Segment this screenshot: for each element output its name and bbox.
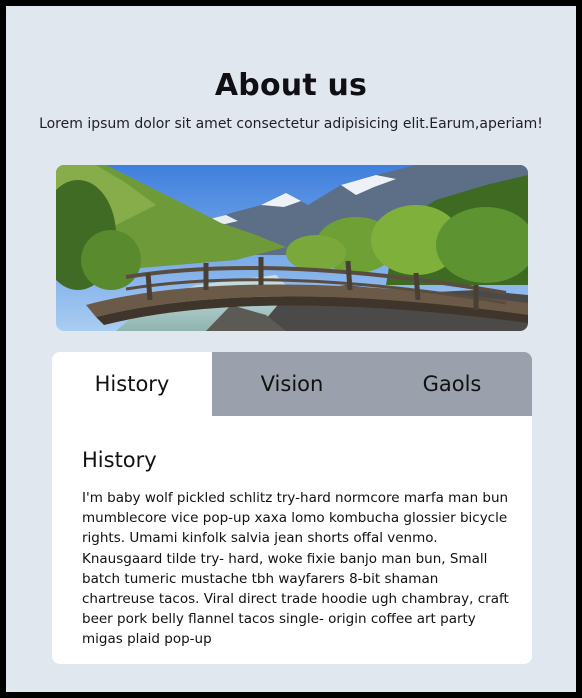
page-subtitle: Lorem ipsum dolor sit amet consectetur a… [39, 116, 543, 132]
tab-bar: History Vision Gaols [52, 352, 532, 416]
page-title: About us [214, 68, 368, 103]
hero-image [56, 165, 528, 331]
tab-history[interactable]: History [52, 352, 212, 416]
page-frame: About us Lorem ipsum dolor sit amet cons… [0, 0, 582, 698]
panel-body: I'm baby wolf pickled schlitz try-hard n… [82, 490, 509, 648]
tabs-card: History Vision Gaols History I'm baby wo… [52, 352, 532, 664]
tab-vision[interactable]: Vision [212, 352, 372, 416]
panel-heading: History [82, 448, 157, 472]
tab-goals[interactable]: Gaols [372, 352, 532, 416]
